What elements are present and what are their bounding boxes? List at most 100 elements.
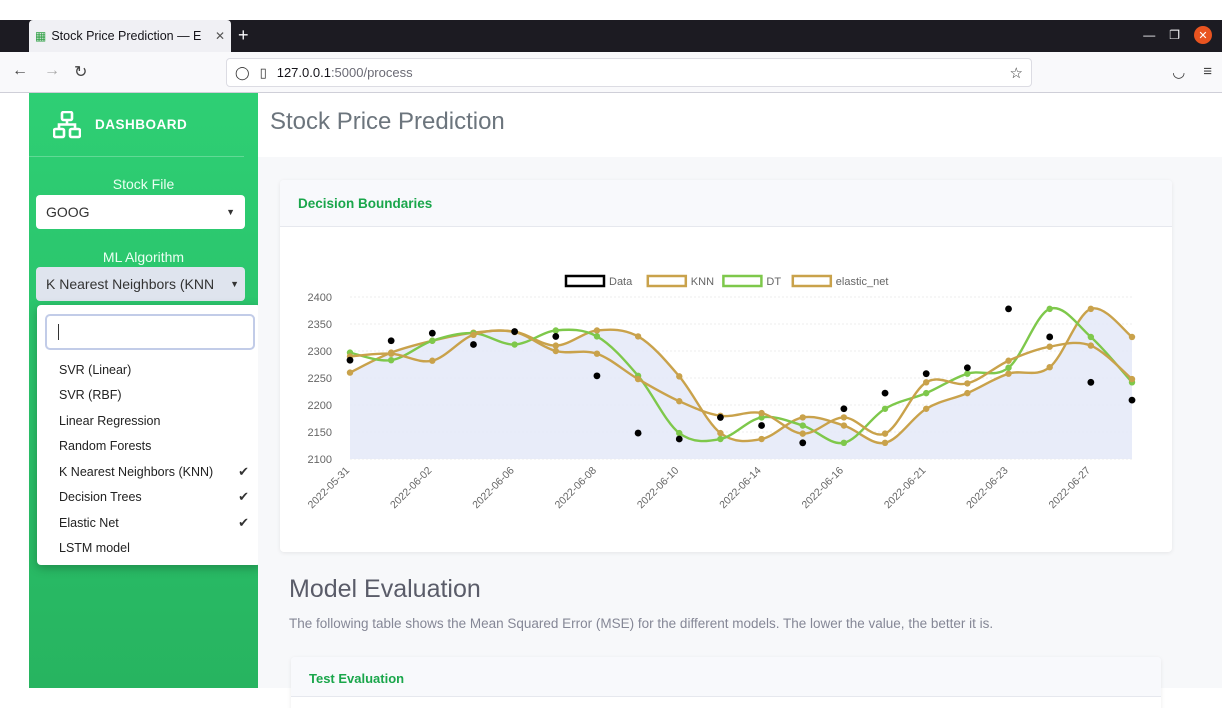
series-point-DT [1046, 305, 1053, 313]
dropdown-search-input[interactable] [45, 314, 255, 350]
close-window-icon[interactable]: ✕ [1194, 26, 1212, 44]
dropdown-option-label: SVR (Linear) [59, 362, 132, 377]
hamburger-menu-icon[interactable]: ≡ [1203, 63, 1212, 81]
checkmark-icon: ✔ [238, 463, 249, 479]
page-header: Stock Price Prediction [258, 93, 1222, 157]
dropdown-option[interactable]: SVR (RBF) [37, 383, 261, 408]
data-point [1046, 333, 1054, 341]
dropdown-option[interactable]: Random Forests [37, 434, 261, 459]
bookmark-star-icon[interactable]: ☆ [1010, 64, 1023, 82]
close-tab-icon[interactable]: ✕ [215, 29, 225, 43]
ml-algorithm-dropdown: SVR (Linear) SVR (RBF) Linear Regression Ra… [37, 305, 261, 565]
forward-arrow-icon[interactable]: → [44, 62, 60, 80]
series-point-DT [964, 370, 971, 377]
dropdown-option-label: Random Forests [59, 439, 152, 453]
y-tick-label: 2150 [308, 427, 332, 439]
data-point [963, 364, 971, 372]
pocket-icon[interactable]: ◡ [1172, 63, 1185, 81]
series-point-KNN [676, 373, 683, 380]
series-point-elastic_net [387, 350, 395, 357]
url-host: 127.0.0.1 [276, 65, 331, 80]
url-path: :5000/process [330, 65, 413, 80]
series-point-KNN [593, 327, 601, 334]
series-point-KNN [881, 439, 889, 446]
dropdown-option[interactable]: LSTM model [37, 536, 261, 561]
data-point [1087, 378, 1095, 386]
dropdown-option-label: LSTM model [59, 541, 130, 555]
reload-icon[interactable]: ↻ [74, 62, 87, 82]
series-point-elastic_net [593, 350, 601, 357]
legend-label: Data [609, 276, 633, 288]
page-info-icon[interactable]: ▯ [260, 65, 267, 81]
dropdown-option[interactable]: Linear Regression [37, 408, 261, 433]
series-point-KNN [799, 414, 806, 421]
series-point-KNN [1128, 333, 1136, 341]
restore-icon[interactable]: ❐ [1169, 28, 1180, 42]
dropdown-option[interactable]: Decision Trees ✔ [37, 485, 261, 510]
series-point-elastic_net [1087, 342, 1095, 349]
series-point-elastic_net [799, 430, 806, 437]
series-point-DT [552, 327, 559, 334]
x-tick-label: 2022-06-10 [635, 465, 682, 512]
series-point-DT [799, 422, 806, 429]
series-point-KNN [634, 333, 642, 340]
series-point-elastic_net [758, 409, 765, 417]
series-point-DT [1087, 333, 1095, 341]
minimize-icon[interactable]: — [1143, 28, 1155, 42]
dropdown-option-label: Elastic Net [59, 515, 119, 530]
series-point-KNN [758, 435, 765, 443]
series-point-DT [593, 333, 601, 340]
data-point [717, 414, 724, 421]
dropdown-option[interactable]: K Nearest Neighbors (KNN) ✔ [37, 459, 261, 484]
x-tick-label: 2022-06-16 [800, 465, 847, 512]
ml-algorithm-select[interactable]: K Nearest Neighbors (KNN ▼ [36, 267, 245, 301]
series-point-DT [511, 341, 518, 348]
data-point [758, 422, 765, 429]
stock-file-select[interactable]: GOOG ▼ [36, 195, 245, 229]
browser-tab[interactable]: ▦ Stock Price Prediction — E ✕ [29, 20, 231, 52]
data-point [428, 329, 436, 337]
series-point-DT [676, 429, 683, 437]
series-point-elastic_net [552, 347, 559, 355]
shield-icon[interactable]: ◯ [235, 65, 250, 81]
y-tick-label: 2250 [308, 373, 332, 385]
dropdown-option[interactable]: SVR (Linear) [37, 357, 261, 382]
dropdown-option[interactable]: Elastic Net ✔ [37, 510, 261, 535]
y-tick-label: 2400 [308, 292, 332, 304]
test-card-title: Test Evaluation [291, 657, 1161, 697]
series-point-KNN [1046, 364, 1053, 371]
series-point-DT [881, 405, 889, 412]
legend-label: elastic_net [836, 276, 889, 288]
dropdown-option-label: Decision Trees [59, 490, 142, 504]
series-point-elastic_net [634, 375, 642, 383]
decision-boundaries-chart: 2100 2150 2200 2250 2300 2350 2400 2022-05-31 20… [306, 274, 1136, 512]
data-point [387, 337, 395, 345]
section-title: Model Evaluation [289, 575, 481, 603]
network-icon [53, 110, 81, 138]
x-tick-label: 2022-06-14 [717, 465, 764, 512]
series-point-elastic_net [923, 379, 930, 386]
series-point-elastic_net [881, 430, 889, 437]
dropdown-option-label: K Nearest Neighbors (KNN) [59, 464, 214, 479]
data-point [593, 372, 601, 380]
checkmark-icon: ✔ [238, 514, 249, 530]
data-point [922, 370, 930, 378]
main-content: Stock Price Prediction Decision Boundari… [258, 93, 1222, 708]
series-point-KNN [717, 429, 724, 437]
data-point [1005, 305, 1012, 313]
series-point-elastic_net [840, 414, 848, 421]
browser-tab-bar: ▦ Stock Price Prediction — E ✕ + — ❐ ✕ [0, 20, 1222, 52]
data-point [346, 356, 354, 364]
series-point-elastic_net [1005, 357, 1012, 364]
page-title: Stock Price Prediction [270, 108, 505, 135]
series-point-KNN [1005, 370, 1012, 377]
browser-tab-title: Stock Price Prediction — E [51, 29, 202, 43]
decision-boundaries-card: Decision Boundaries 2100 2150 2200 2250 2300… [280, 180, 1172, 552]
sidebar-brand[interactable]: DASHBOARD [29, 93, 244, 157]
url-bar[interactable]: ◯ ▯ 127.0.0.1 :5000/process ☆ [226, 58, 1032, 87]
new-tab-button[interactable]: + [238, 25, 249, 45]
back-arrow-icon[interactable]: ← [12, 62, 28, 80]
stock-file-value: GOOG [46, 204, 90, 220]
series-point-DT [387, 356, 395, 364]
x-tick-label: 2022-06-08 [553, 465, 600, 512]
